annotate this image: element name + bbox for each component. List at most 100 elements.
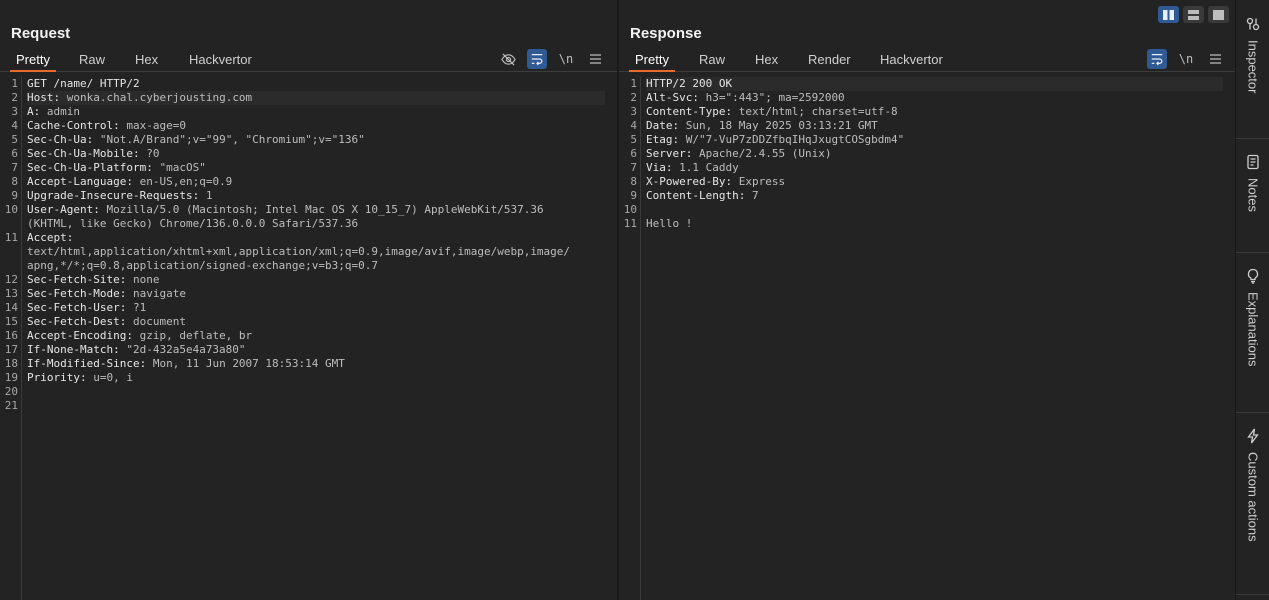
line-number: 5 [630, 133, 637, 146]
header-name: Alt-Svc: [646, 91, 706, 104]
response-tab-render[interactable]: Render [802, 48, 857, 72]
header-name: User-Agent: [27, 203, 107, 216]
sidebar-item-notes[interactable]: Notes [1236, 154, 1269, 212]
code-line: A: admin [27, 105, 605, 119]
header-name: Date: [646, 119, 686, 132]
header-name: Host: [27, 91, 67, 104]
sidebar-divider [1236, 594, 1269, 595]
code-line: Sec-Fetch-Dest: document [27, 315, 605, 329]
request-tab-raw[interactable]: Raw [73, 48, 111, 72]
header-name: If-Modified-Since: [27, 357, 153, 370]
eye-off-icon[interactable] [498, 49, 518, 69]
menu-icon[interactable] [1205, 49, 1225, 69]
header-value: apng,*/*;q=0.8,application/signed-exchan… [27, 259, 378, 272]
sidebar-item-custom-actions[interactable]: Custom actions [1236, 428, 1269, 542]
request-pane: Request Pretty Raw Hex Hackvertor \n 1 GE… [0, 0, 617, 600]
response-tab-pretty[interactable]: Pretty [629, 48, 675, 72]
newline-toggle[interactable]: \n [556, 49, 576, 69]
code-line: Content-Length: 7 [646, 189, 1223, 203]
header-name: Sec-Fetch-Dest: [27, 315, 133, 328]
line-number: 14 [4, 301, 18, 314]
layout-single-icon[interactable] [1208, 6, 1229, 23]
header-value: "2d-432a5e4a73a80" [126, 343, 246, 356]
sidebar-item-explanations[interactable]: Explanations [1236, 268, 1269, 366]
header-name: Content-Length: [646, 189, 752, 202]
header-value: ?0 [146, 147, 160, 160]
header-value: en-US,en;q=0.9 [139, 175, 233, 188]
line-number: 6 [630, 147, 637, 160]
code-line: Sec-Fetch-User: ?1 [27, 301, 605, 315]
line-number: 10 [623, 203, 637, 216]
layout-stacked-icon[interactable] [1183, 6, 1204, 23]
header-name: Etag: [646, 133, 686, 146]
code-line: HTTP/2 200 OK [646, 77, 1223, 91]
wrap-icon[interactable] [1147, 49, 1167, 69]
newline-toggle[interactable]: \n [1176, 49, 1196, 69]
code-line: apng,*/*;q=0.8,application/signed-exchan… [27, 259, 605, 273]
header-name: GET /name/ HTTP/2 [27, 77, 140, 90]
line-number: 8 [630, 175, 637, 188]
line-number: 3 [630, 105, 637, 118]
right-sidebar: Inspector Notes Explanations Custom acti… [1235, 0, 1269, 600]
line-number: 2 [11, 91, 18, 104]
header-value: h3=":443"; ma=2592000 [705, 91, 845, 104]
request-tab-hex[interactable]: Hex [129, 48, 164, 72]
header-name: X-Powered-By: [646, 175, 739, 188]
header-name: Upgrade-Insecure-Requests: [27, 189, 206, 202]
header-name: A: [27, 105, 47, 118]
sidebar-label-notes: Notes [1245, 178, 1261, 212]
header-value: gzip, deflate, br [139, 329, 253, 342]
line-number: 1 [630, 77, 637, 90]
code-line: Alt-Svc: h3=":443"; ma=2592000 [646, 91, 1223, 105]
header-name: Accept-Language: [27, 175, 140, 188]
header-value: text/html; charset=utf-8 [738, 105, 898, 118]
line-number: 9 [11, 189, 18, 202]
response-tab-raw[interactable]: Raw [693, 48, 731, 72]
header-name: Sec-Fetch-Mode: [27, 287, 133, 300]
header-name: Sec-Fetch-User: [27, 301, 133, 314]
code-line: Host: wonka.chal.cyberjousting.com [27, 91, 605, 105]
header-name: Accept: [27, 231, 80, 244]
header-value: Hello ! [646, 217, 693, 230]
wrap-icon[interactable] [527, 49, 547, 69]
request-tab-pretty[interactable]: Pretty [10, 48, 56, 72]
code-line: Etag: W/"7-VuP7zDDZfbqIHqJxugtCOSgbdm4" [646, 133, 1223, 147]
header-value: admin [46, 105, 80, 118]
code-line: Accept-Encoding: gzip, deflate, br [27, 329, 605, 343]
sidebar-item-inspector[interactable]: Inspector [1236, 16, 1269, 93]
header-value: Mon, 11 Jun 2007 18:53:14 GMT [152, 357, 345, 370]
response-tab-hackvertor[interactable]: Hackvertor [874, 48, 949, 72]
code-line: Accept: [27, 231, 605, 245]
header-value: (KHTML, like Gecko) Chrome/136.0.0.0 Saf… [27, 217, 359, 230]
header-name: Sec-Ch-Ua: [27, 133, 100, 146]
header-value: 1.1 Caddy [679, 161, 739, 174]
response-tab-hex[interactable]: Hex [749, 48, 784, 72]
line-number: 7 [11, 161, 18, 174]
header-name: Sec-Fetch-Site: [27, 273, 133, 286]
request-editor[interactable]: 1 GET /name/ HTTP/2 2 Host: wonka.chal.cybe… [0, 76, 617, 600]
request-tab-hackvertor[interactable]: Hackvertor [183, 48, 258, 72]
sidebar-divider [1236, 412, 1269, 413]
code-line: If-Modified-Since: Mon, 11 Jun 2007 18:5… [27, 357, 605, 371]
header-name: Accept-Encoding: [27, 329, 140, 342]
response-editor[interactable]: 1 HTTP/2 200 OK 2 Alt-Svc: h3=":443"; ma=25… [619, 76, 1235, 600]
layout-side-by-side-icon[interactable] [1158, 6, 1179, 23]
sidebar-divider [1236, 252, 1269, 253]
code-line: Sec-Fetch-Mode: navigate [27, 287, 605, 301]
lightning-icon [1247, 428, 1259, 444]
header-name: Via: [646, 161, 680, 174]
header-value: 1 [205, 189, 213, 202]
header-value: Express [738, 175, 786, 188]
line-number: 3 [11, 105, 18, 118]
line-number: 15 [4, 315, 18, 328]
header-value: Apache/2.4.55 (Unix) [698, 147, 832, 160]
code-line: Upgrade-Insecure-Requests: 1 [27, 189, 605, 203]
line-number: 9 [630, 189, 637, 202]
line-number: 19 [4, 371, 18, 384]
menu-icon[interactable] [585, 49, 605, 69]
header-value: wonka.chal.cyberjousting.com [66, 91, 253, 104]
header-name: Content-Type: [646, 105, 739, 118]
request-toolbar: \n [498, 49, 610, 69]
header-name: Server: [646, 147, 699, 160]
